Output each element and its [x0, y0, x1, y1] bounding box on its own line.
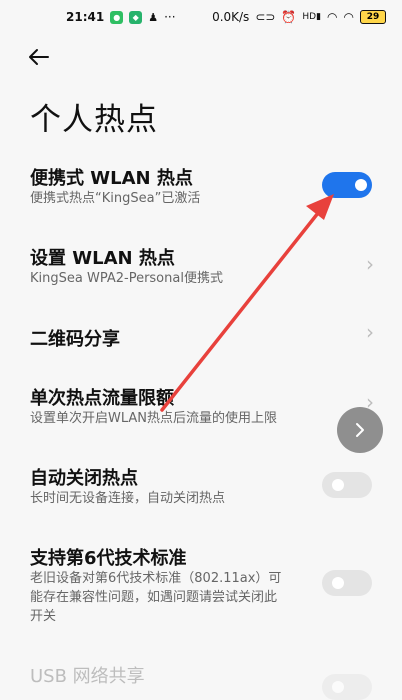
toggle-knob: [332, 479, 344, 491]
usb-share-title: USB 网络共享: [30, 666, 145, 687]
battery-icon: 29: [360, 10, 386, 24]
wifi6-subtitle-line3: 开关: [30, 609, 57, 624]
wifi6-row[interactable]: 支持第6代技术标准 老旧设备对第6代技术标准（802.11ax）可 能存在兼容性…: [0, 538, 402, 630]
wifi6-subtitle-line1: 老旧设备对第6代技术标准（802.11ax）可: [30, 571, 282, 586]
portable-wlan-toggle[interactable]: [322, 172, 372, 198]
wifi-status-icon: ◠: [327, 10, 338, 24]
back-button[interactable]: [26, 44, 56, 74]
status-time: 21:41: [66, 10, 105, 24]
usb-share-toggle[interactable]: [322, 674, 372, 700]
portable-wlan-subtitle: 便携式热点“KingSea”已激活: [30, 191, 201, 206]
chevron-right-icon: [356, 423, 364, 437]
toggle-knob: [332, 681, 344, 693]
usb-share-row[interactable]: USB 网络共享: [0, 656, 402, 700]
status-left: 21:41 ● ◆ ♟ ···: [66, 10, 176, 24]
data-limit-subtitle: 设置单次开启WLAN热点后流量的使用上限: [30, 411, 278, 426]
qr-share-title: 二维码分享: [30, 329, 120, 350]
toggle-knob: [332, 577, 344, 589]
floating-next-button[interactable]: [337, 407, 383, 453]
data-limit-title: 单次热点流量限额: [30, 388, 174, 409]
toggle-knob: [355, 179, 367, 191]
setup-wlan-row[interactable]: 设置 WLAN 热点 KingSea WPA2-Personal便携式 ›: [0, 238, 402, 294]
alarm-icon: ⏰: [281, 10, 297, 24]
setup-wlan-subtitle: KingSea WPA2-Personal便携式: [30, 271, 223, 286]
link-icon: ⊂⊃: [255, 10, 276, 24]
status-bar: 21:41 ● ◆ ♟ ··· 0.0K/s ⊂⊃ ⏰ HD▮ ◠ ◠ 29: [0, 0, 402, 34]
portable-wlan-row[interactable]: 便携式 WLAN 热点 便携式热点“KingSea”已激活: [0, 158, 402, 214]
arrow-left-icon: [29, 49, 49, 65]
wifi6-subtitle-line2: 能存在兼容性问题，如遇问题请尝试关闭此: [30, 590, 278, 605]
portable-wlan-title: 便携式 WLAN 热点: [30, 168, 193, 189]
wifi6-subtitle: 老旧设备对第6代技术标准（802.11ax）可 能存在兼容性问题，如遇问题请尝试…: [30, 569, 315, 626]
qr-share-row[interactable]: 二维码分享 ›: [0, 316, 402, 356]
more-notifications-icon: ···: [164, 10, 176, 24]
wifi6-toggle[interactable]: [322, 570, 372, 596]
wifi6-title: 支持第6代技术标准: [30, 548, 187, 569]
auto-close-toggle[interactable]: [322, 472, 372, 498]
setup-wlan-title: 设置 WLAN 热点: [30, 248, 175, 269]
auto-close-row[interactable]: 自动关闭热点 长时间无设备连接，自动关闭热点: [0, 458, 402, 514]
app-notification-icon: ●: [110, 10, 124, 24]
page-title: 个人热点: [30, 102, 158, 138]
chevron-right-icon: ›: [366, 252, 374, 276]
wifi-signal-icon: ◠: [343, 10, 354, 24]
network-speed: 0.0K/s: [212, 10, 250, 24]
shield-notification-icon: ◆: [129, 10, 143, 24]
hd-signal-icon: HD▮: [302, 12, 322, 22]
penguin-icon: ♟: [148, 10, 159, 24]
status-right: 0.0K/s ⊂⊃ ⏰ HD▮ ◠ ◠ 29: [212, 10, 386, 24]
chevron-right-icon: ›: [366, 320, 374, 344]
auto-close-subtitle: 长时间无设备连接，自动关闭热点: [30, 491, 226, 506]
auto-close-title: 自动关闭热点: [30, 468, 138, 489]
